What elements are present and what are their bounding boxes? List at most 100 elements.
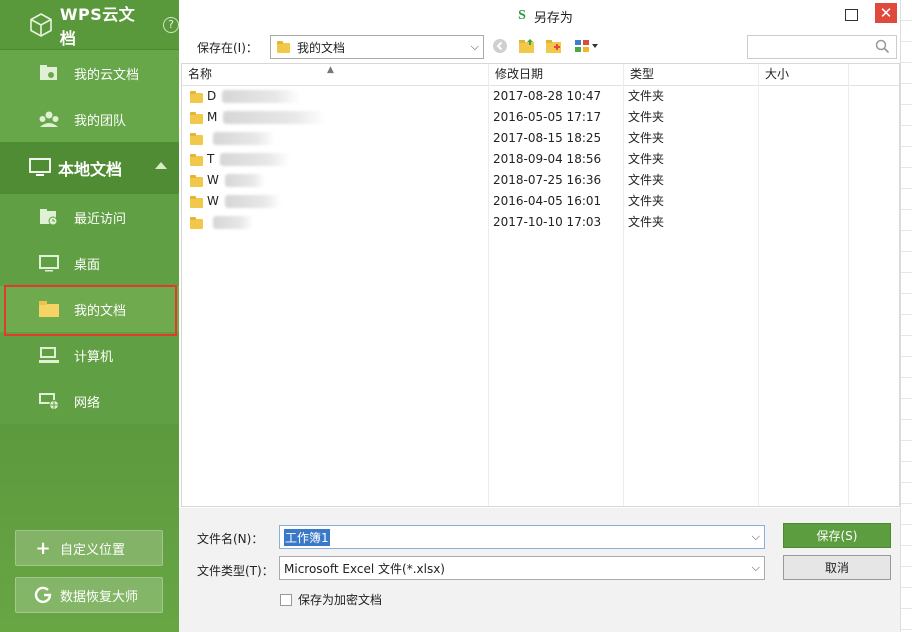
date-cell: 2018-07-25 16:36 xyxy=(493,173,602,187)
table-row[interactable]: D 2017-08-28 10:47 文件夹 xyxy=(182,86,899,107)
search-icon xyxy=(875,39,890,57)
background-spreadsheet-edge xyxy=(900,0,912,632)
cloud-folder-icon xyxy=(38,63,60,83)
list-header: 名称 ▲ 修改日期 类型 大小 xyxy=(182,64,899,86)
size-cell xyxy=(757,86,847,107)
wps-s-logo-icon: S xyxy=(518,8,526,23)
chevron-down-icon: ⌵ xyxy=(470,40,479,53)
collapse-caret-icon[interactable] xyxy=(155,162,167,169)
filename-value: 工作簿1 xyxy=(284,528,330,546)
folder-icon xyxy=(190,90,203,103)
redacted-name xyxy=(220,153,291,166)
filename-input[interactable]: 工作簿1 ⌵ xyxy=(279,525,765,549)
file-name: T xyxy=(207,152,215,166)
sidebar-item-my-cloud-docs[interactable]: 我的云文档 xyxy=(0,50,179,96)
name-cell: W xyxy=(182,191,487,212)
file-rows: D 2017-08-28 10:47 文件夹 M 2016-05-05 17:17 文件夹… xyxy=(182,86,899,233)
sidebar-item-recent[interactable]: 最近访问 xyxy=(0,194,179,240)
recent-folder-icon xyxy=(38,207,60,227)
save-button[interactable]: 保存(S) xyxy=(783,523,891,548)
computer-icon xyxy=(38,345,60,365)
sidebar-item-label: 我的云文档 xyxy=(74,67,140,83)
table-row[interactable]: W 2016-04-05 16:01 文件夹 xyxy=(182,191,899,212)
folder-icon xyxy=(38,299,60,319)
filetype-value: Microsoft Excel 文件(*.xlsx) xyxy=(284,561,445,576)
folder-icon xyxy=(277,41,291,53)
recovery-icon xyxy=(34,586,52,604)
sort-ascending-icon: ▲ xyxy=(327,65,334,75)
name-cell: W xyxy=(182,170,487,191)
cancel-button[interactable]: 取消 xyxy=(783,555,891,580)
new-folder-icon[interactable] xyxy=(545,37,563,55)
table-row[interactable]: 2017-10-10 17:03 文件夹 xyxy=(182,212,899,233)
column-header-date[interactable]: 修改日期 xyxy=(489,64,624,86)
cube-logo-icon xyxy=(28,12,54,38)
file-name: M xyxy=(207,110,218,124)
size-cell xyxy=(757,149,847,170)
dialog-title: 另存为 xyxy=(533,10,573,26)
date-cell: 2016-05-05 17:17 xyxy=(493,110,602,124)
filetype-select[interactable]: Microsoft Excel 文件(*.xlsx) ⌵ xyxy=(279,556,765,580)
sidebar-item-label: 桌面 xyxy=(74,257,101,273)
sidebar-item-network[interactable]: 网络 xyxy=(0,378,179,424)
date-cell: 2017-08-28 10:47 xyxy=(493,89,602,103)
type-cell: 文件夹 xyxy=(628,173,665,187)
search-input[interactable] xyxy=(747,35,897,59)
view-menu-icon[interactable] xyxy=(573,37,601,55)
size-cell xyxy=(757,191,847,212)
size-cell xyxy=(757,128,847,149)
save-in-select[interactable]: 我的文档 ⌵ xyxy=(270,35,484,59)
column-header-size[interactable]: 大小 xyxy=(759,64,849,86)
type-cell: 文件夹 xyxy=(628,89,665,103)
name-cell xyxy=(182,128,487,149)
sidebar-item-my-documents[interactable]: 我的文档 xyxy=(0,286,179,332)
column-divider xyxy=(623,64,624,506)
column-divider xyxy=(848,64,849,506)
date-cell: 2017-08-15 18:25 xyxy=(493,131,602,145)
checkbox-box[interactable] xyxy=(280,593,292,606)
table-row[interactable]: 2017-08-15 18:25 文件夹 xyxy=(182,128,899,149)
table-row[interactable]: M 2016-05-05 17:17 文件夹 xyxy=(182,107,899,128)
redacted-name xyxy=(224,195,281,208)
plus-icon: + xyxy=(35,537,51,559)
sidebar-item-label: 计算机 xyxy=(74,349,114,365)
button-label: 数据恢复大师 xyxy=(60,589,139,605)
sidebar-item-computer[interactable]: 计算机 xyxy=(0,332,179,378)
column-header-name[interactable]: 名称 ▲ xyxy=(182,64,489,86)
sidebar-item-label: 我的团队 xyxy=(74,113,127,129)
redacted-name xyxy=(224,174,265,187)
data-recovery-button[interactable]: 数据恢复大师 xyxy=(15,577,163,613)
encrypt-checkbox[interactable]: 保存为加密文档 xyxy=(280,591,382,608)
column-divider xyxy=(488,64,489,506)
sidebar-item-my-team[interactable]: 我的团队 xyxy=(0,96,179,142)
table-row[interactable]: W 2018-07-25 16:36 文件夹 xyxy=(182,170,899,191)
type-cell: 文件夹 xyxy=(628,131,665,145)
dialog-titlebar: S 另存为 ✕ xyxy=(179,0,912,32)
file-name: W xyxy=(207,173,219,187)
save-in-label: 保存在(I)： xyxy=(197,41,258,55)
folder-icon xyxy=(190,153,203,166)
sidebar-item-desktop[interactable]: 桌面 xyxy=(0,240,179,286)
column-header-type[interactable]: 类型 xyxy=(624,64,759,86)
chevron-down-icon[interactable]: ⌵ xyxy=(752,561,760,575)
file-list[interactable]: 名称 ▲ 修改日期 类型 大小 D 2017-08-28 10:47 文件夹 M 201… xyxy=(181,63,900,507)
save-in-value: 我的文档 xyxy=(297,40,346,55)
custom-location-button[interactable]: + 自定义位置 xyxy=(15,530,163,566)
chevron-down-icon[interactable]: ⌵ xyxy=(752,530,760,544)
local-docs-section[interactable]: 本地文档 xyxy=(0,142,179,194)
type-cell: 文件夹 xyxy=(628,194,665,208)
filetype-label: 文件类型(T)： xyxy=(197,564,274,578)
up-folder-icon[interactable] xyxy=(518,37,536,55)
help-icon[interactable]: ? xyxy=(163,16,180,33)
sidebar-item-label: 网络 xyxy=(74,395,101,411)
section-label: 本地文档 xyxy=(58,160,123,179)
table-row[interactable]: T 2018-09-04 18:56 文件夹 xyxy=(182,149,899,170)
filename-label: 文件名(N)： xyxy=(197,532,264,546)
back-icon[interactable] xyxy=(491,37,509,55)
maximize-icon[interactable] xyxy=(845,9,858,21)
location-toolbar: 保存在(I)： 我的文档 ⌵ xyxy=(179,33,912,61)
monitor-icon xyxy=(28,157,52,179)
network-icon xyxy=(38,391,60,411)
column-divider xyxy=(758,64,759,506)
close-icon[interactable]: ✕ xyxy=(875,3,897,23)
